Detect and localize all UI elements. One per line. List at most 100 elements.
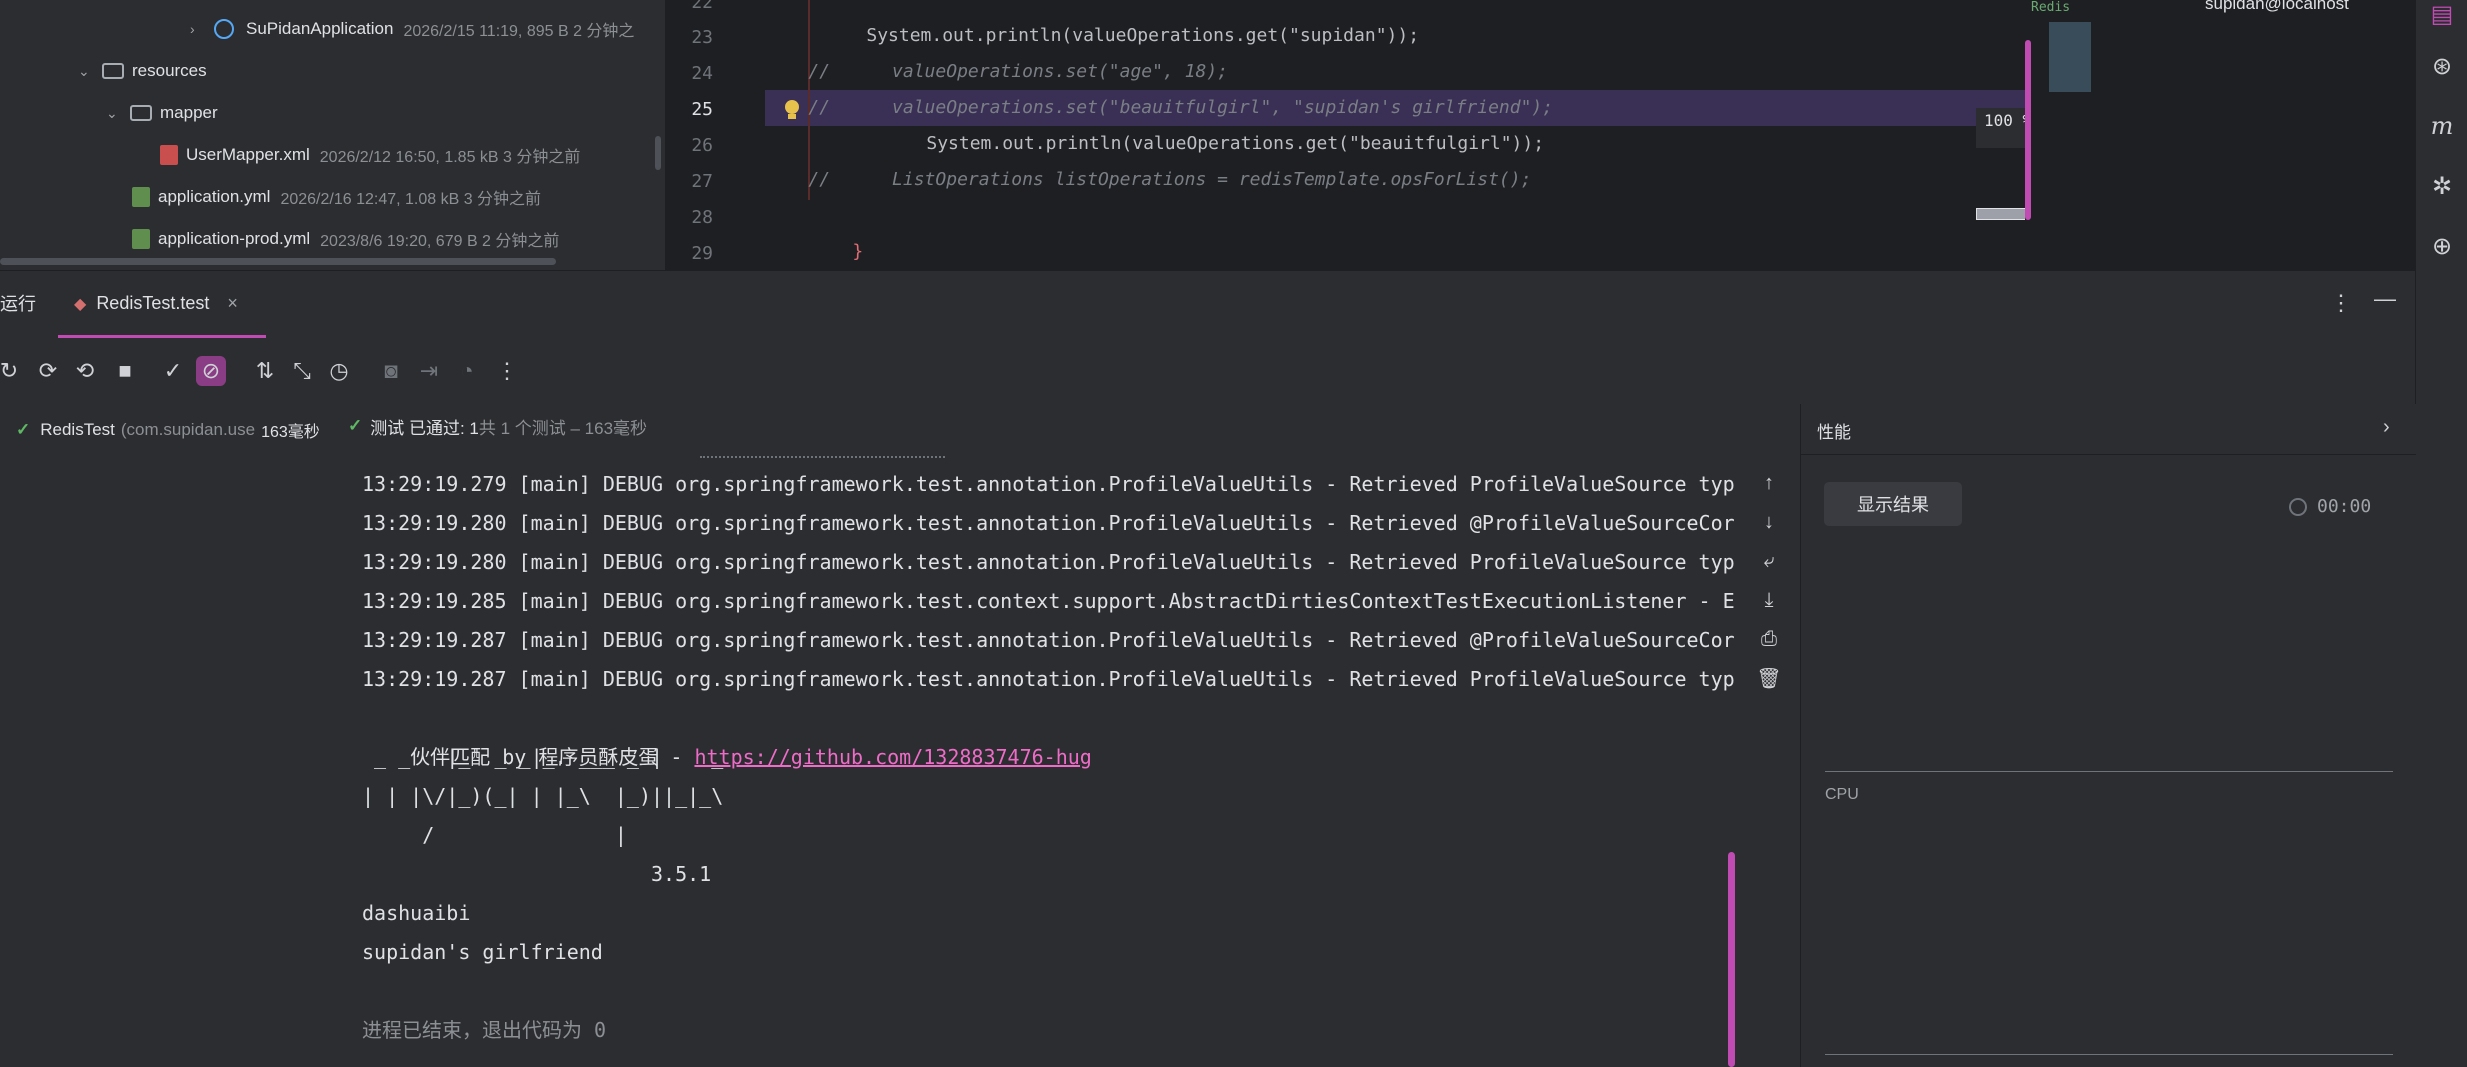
scroll-down-icon[interactable]: ↓ [1756, 509, 1782, 535]
tree-item-application-yml[interactable]: application.yml 2026/2/16 12:47, 1.08 kB… [132, 179, 541, 215]
database-icon[interactable]: ▤ [2428, 0, 2456, 28]
show-passed-icon[interactable]: ✓ [158, 356, 188, 386]
tab-redistest-test[interactable]: ◆ RedisTest.test × [58, 272, 266, 338]
code-line-29: } [765, 234, 819, 270]
line-number: 22 [691, 0, 713, 13]
collapse-icon[interactable]: ⤡ [287, 356, 317, 386]
print-icon[interactable]: ⎙ [1756, 626, 1782, 652]
console-log-line: 13:29:19.285 [main] DEBUG org.springfram… [362, 589, 1735, 613]
screenshot-icon[interactable]: ◙ [376, 356, 406, 386]
database-panel: supidan@localhost [2135, 0, 2415, 270]
minimize-icon[interactable]: — [2374, 286, 2396, 312]
tree-vertical-scrollbar[interactable] [655, 136, 661, 170]
right-tool-strip: ▤ ⊛ m ✲ ⊕ [2415, 0, 2467, 1067]
db-connection-item[interactable]: supidan@localhost [2205, 0, 2349, 14]
scroll-to-end-icon[interactable]: ⤓ [1756, 587, 1782, 613]
yaml-file-icon [132, 229, 150, 249]
coverage-icon[interactable]: ◔ [452, 356, 482, 386]
passed-check-icon: ✓ [348, 416, 363, 435]
tree-item-usermapper-xml[interactable]: UserMapper.xml 2026/2/12 16:50, 1.85 kB … [160, 137, 580, 173]
tree-item-resources[interactable]: ⌄ resources [78, 53, 207, 89]
console-partner-line: 伙伴匹配 by 程序员酥皮蛋 - https://github.com/1328… [410, 745, 1092, 769]
toggle-auto-test-icon[interactable]: ⟲ [70, 356, 100, 386]
console-log-line: 13:29:19.280 [main] DEBUG org.springfram… [362, 550, 1735, 574]
github-link[interactable]: https://github.com/1328837476-hug [694, 745, 1091, 769]
line-number: 29 [691, 243, 713, 264]
console-divider [700, 456, 945, 458]
run-toolbar [0, 340, 2415, 404]
cpu-graph-baseline [1825, 1054, 2393, 1055]
spring-class-icon [214, 19, 234, 39]
ai-assistant-icon[interactable]: ✲ [2428, 172, 2456, 200]
toolbar-more-icon[interactable]: ⋮ [492, 356, 522, 386]
yaml-file-icon [132, 187, 150, 207]
console-banner-line: / | [362, 823, 627, 847]
chevron-right-icon[interactable]: › [190, 22, 204, 36]
performance-title: 性能 [1817, 423, 1851, 442]
line-number: 28 [691, 207, 713, 228]
console-log-line: 13:29:19.287 [main] DEBUG org.springfram… [362, 628, 1735, 652]
record-icon[interactable] [2289, 497, 2307, 516]
cpu-label: CPU [1825, 786, 1859, 803]
stop-icon[interactable]: ■ [110, 356, 140, 386]
close-tab-icon[interactable]: × [227, 293, 238, 314]
more-options-icon[interactable]: ⋮ [2330, 290, 2352, 316]
editor-gutter: 22 23 24 25 26 27 28 29 [665, 0, 765, 270]
line-number: 27 [691, 171, 713, 192]
rerun-failed-icon[interactable]: ⟳ [33, 356, 63, 386]
clear-all-icon[interactable]: 🗑 [1756, 665, 1782, 691]
code-line-24: //valueOperations.set("beauitfulgirl", "… [808, 97, 1554, 118]
minimap-viewport[interactable] [2049, 22, 2091, 92]
show-ignored-icon[interactable]: ⊘ [196, 356, 226, 386]
sort-icon[interactable]: ⇅ [250, 356, 280, 386]
import-icon[interactable]: ⇥ [414, 356, 444, 386]
globe-icon[interactable]: ⊕ [2428, 232, 2456, 260]
console-log-line: 13:29:19.280 [main] DEBUG org.springfram… [362, 511, 1735, 535]
console-exit-line: 进程已结束，退出代码为 0 [362, 1018, 607, 1042]
run-window-header [0, 270, 2415, 341]
test-run-icon: ◆ [74, 295, 87, 313]
tree-item-supidan-application[interactable]: › SuPidanApplication 2026/2/15 11:19, 89… [190, 11, 634, 47]
project-tree: › SuPidanApplication 2026/2/15 11:19, 89… [0, 0, 665, 270]
show-results-button[interactable]: 显示结果 [1824, 482, 1962, 526]
folder-icon [130, 105, 152, 121]
console-banner-version: 3.5.1 [362, 862, 712, 886]
console-banner-line: _ _ |_ _ _|_. ___ _ | _ [362, 745, 724, 769]
test-status-bar: ✓ 测试 已通过: 1 共 1 个测试 – 163毫秒 [348, 416, 648, 438]
tree-item-application-prod-yml[interactable]: application-prod.yml 2023/8/6 19:20, 679… [132, 221, 559, 257]
code-line-22: System.out.println(valueOperations.get("… [866, 25, 1420, 46]
console-output[interactable]: ✓ 测试 已通过: 1 共 1 个测试 – 163毫秒 13:29:19.279… [340, 404, 1735, 1067]
xml-file-icon [160, 145, 178, 165]
code-editor[interactable]: 22 23 24 25 26 27 28 29 System.out.print… [665, 0, 2135, 270]
code-line-26: //ListOperations listOperations = redisT… [808, 169, 1532, 190]
test-results-tree: ✓ RedisTest (com.supidan.use 163毫秒 [0, 404, 340, 1067]
code-minimap[interactable]: Redis [2025, 0, 2135, 270]
soft-wrap-icon[interactable]: ⤶ [1756, 548, 1782, 574]
scroll-up-icon[interactable]: ↑ [1756, 470, 1782, 496]
maven-icon[interactable]: ⊛ [2428, 52, 2456, 80]
tree-horizontal-scrollbar[interactable] [0, 258, 556, 265]
rerun-icon[interactable]: ↻ [0, 356, 24, 386]
line-number: 24 [691, 63, 713, 84]
run-window-title: 运行 [0, 294, 36, 314]
divider [1801, 454, 2416, 455]
chevron-down-icon[interactable]: ⌄ [106, 106, 120, 120]
recording-timer: 00:00 [2289, 496, 2371, 517]
chevron-down-icon[interactable]: ⌄ [78, 64, 92, 78]
line-number: 23 [691, 27, 713, 48]
console-output-line: supidan's girlfriend [362, 940, 603, 964]
chevron-right-icon[interactable]: › [2383, 416, 2390, 439]
code-line-25: System.out.println(valueOperations.get("… [926, 133, 1545, 154]
test-tree-item-redistest[interactable]: ✓ RedisTest (com.supidan.use 163毫秒 [0, 414, 340, 446]
passed-check-icon: ✓ [16, 420, 31, 439]
console-banner-line: | | |\/|_)(_| | |_\ |_)||_|_\ [362, 784, 724, 808]
console-scrollbar[interactable] [1728, 852, 1735, 1067]
code-line-23: //valueOperations.set("age", 18); [808, 61, 1228, 82]
history-icon[interactable]: ◷ [324, 356, 354, 386]
tree-item-mapper[interactable]: ⌄ mapper [106, 95, 218, 131]
console-log-line: 13:29:19.279 [main] DEBUG org.springfram… [362, 472, 1735, 496]
folder-icon [102, 63, 124, 79]
memory-graph-baseline [1825, 771, 2393, 772]
m-plugin-icon[interactable]: m [2428, 112, 2456, 140]
editor-scrollbar[interactable] [2025, 40, 2031, 220]
